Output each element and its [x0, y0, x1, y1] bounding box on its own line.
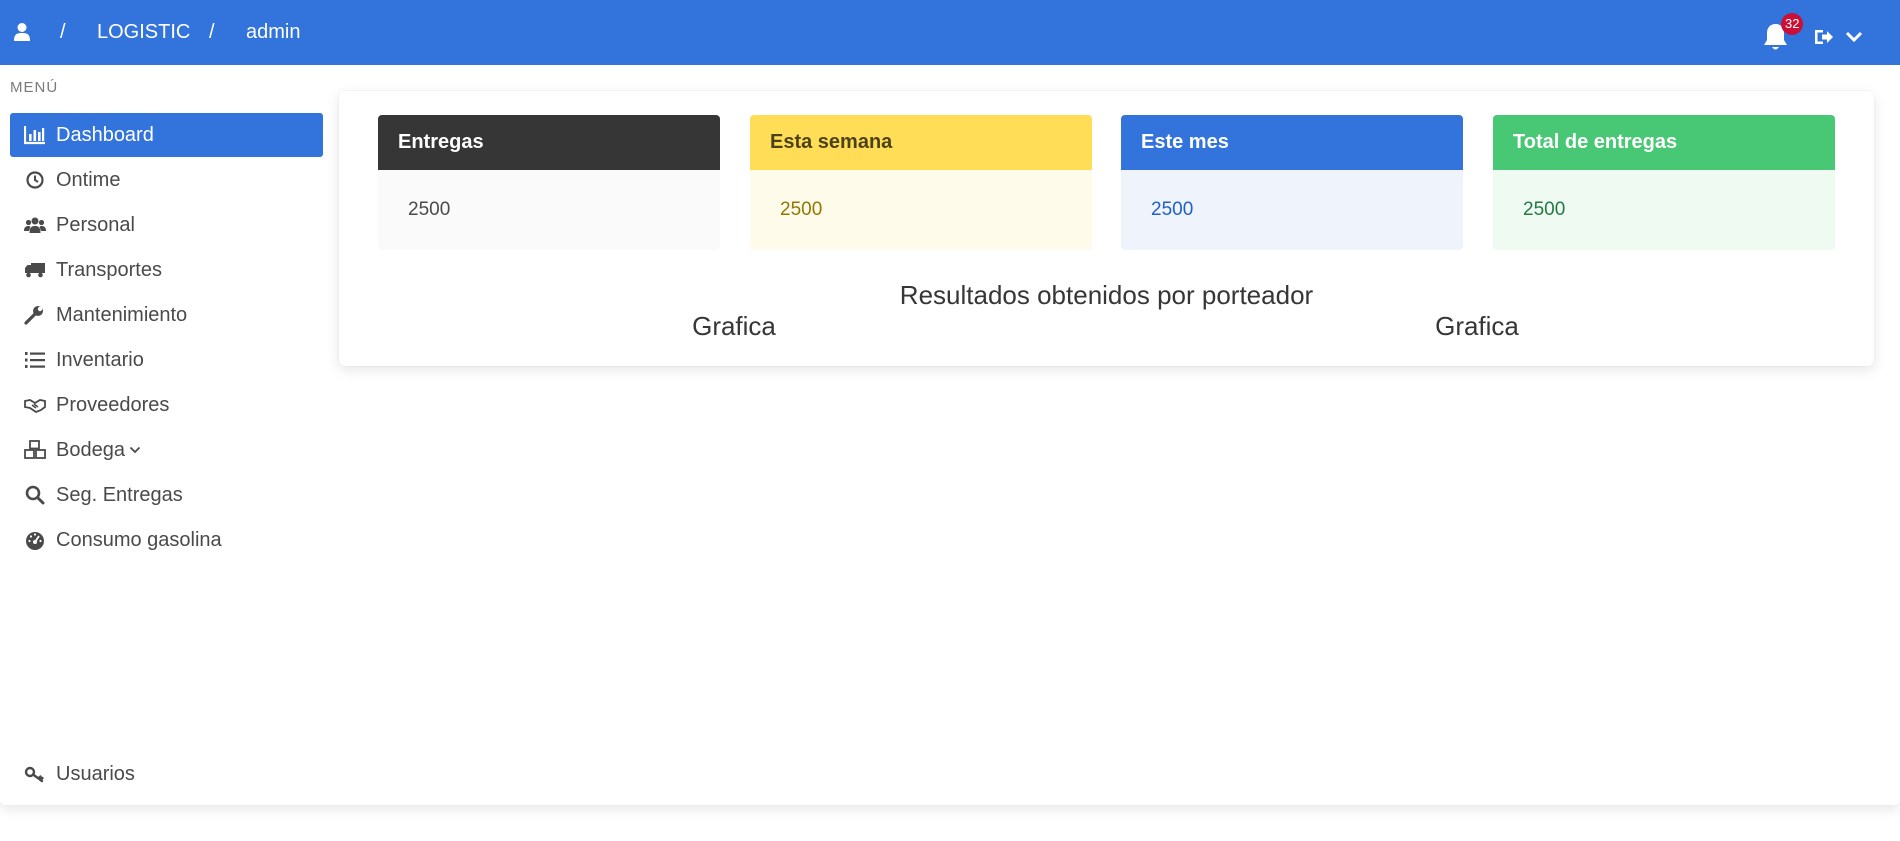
stat-title: Este mes	[1121, 115, 1463, 170]
chevron-down-icon	[129, 446, 141, 454]
menu-label: MENÚ	[10, 79, 59, 96]
stat-title: Entregas	[378, 115, 720, 170]
sidebar-item-label: Proveedores	[56, 393, 170, 416]
tachometer-icon	[24, 530, 46, 550]
sidebar-item-label: Mantenimiento	[56, 303, 188, 326]
sidebar-item-transportes[interactable]: Transportes	[10, 248, 323, 292]
sidebar-item-bodega[interactable]: Bodega	[10, 428, 323, 472]
sidebar-item-label: Transportes	[56, 258, 162, 281]
list-ol-icon	[24, 350, 46, 370]
wrench-icon	[24, 305, 46, 325]
stat-value: 2500	[378, 170, 720, 250]
boxes-icon	[24, 440, 46, 460]
stat-card-entregas: Entregas 2500	[378, 115, 720, 250]
user-icon[interactable]	[14, 22, 30, 42]
sidebar-item-mantenimiento[interactable]: Mantenimiento	[10, 293, 323, 337]
sidebar-item-consumo-gasolina[interactable]: Consumo gasolina	[10, 518, 323, 562]
sidebar-item-inventario[interactable]: Inventario	[10, 338, 323, 382]
sidebar-item-label: Ontime	[56, 168, 121, 191]
stat-card-esta-semana: Esta semana 2500	[750, 115, 1092, 250]
stat-value: 2500	[750, 170, 1092, 250]
sidebar-item-label: Seg. Entregas	[56, 483, 183, 506]
logout-icon[interactable]	[1814, 28, 1834, 46]
sidebar-item-personal[interactable]: Personal	[10, 203, 323, 247]
stat-value: 2500	[1121, 170, 1463, 250]
breadcrumb-admin[interactable]: admin	[246, 21, 300, 44]
stat-value: 2500	[1493, 170, 1835, 250]
breadcrumb-logistic[interactable]: LOGISTIC	[97, 21, 190, 44]
sidebar-item-seg-entregas[interactable]: Seg. Entregas	[10, 473, 323, 517]
sidebar-item-proveedores[interactable]: Proveedores	[10, 383, 323, 427]
top-navbar: / LOGISTIC / admin 32	[0, 0, 1900, 65]
handshake-icon	[24, 395, 46, 415]
sidebar-item-label: Personal	[56, 213, 135, 236]
chevron-down-icon[interactable]	[1845, 31, 1863, 43]
stat-card-total-entregas: Total de entregas 2500	[1493, 115, 1835, 250]
bar-chart-icon	[24, 125, 46, 145]
sidebar-item-label: Inventario	[56, 348, 144, 371]
sidebar-item-usuarios[interactable]: Usuarios	[10, 752, 323, 796]
notification-badge: 32	[1781, 13, 1804, 35]
users-icon	[24, 215, 46, 235]
stat-card-este-mes: Este mes 2500	[1121, 115, 1463, 250]
key-icon	[24, 764, 46, 784]
stat-title: Total de entregas	[1493, 115, 1835, 170]
truck-icon	[24, 260, 46, 280]
search-icon	[24, 485, 46, 505]
breadcrumb-separator: /	[60, 21, 66, 43]
stat-title: Esta semana	[750, 115, 1092, 170]
sidebar-item-label: Dashboard	[56, 123, 154, 146]
sidebar-item-dashboard[interactable]: Dashboard	[10, 113, 323, 157]
breadcrumb-separator: /	[209, 21, 215, 43]
clock-icon	[24, 170, 46, 190]
sidebar-item-label: Usuarios	[56, 762, 135, 785]
sidebar-item-label: Bodega	[56, 438, 125, 461]
results-title: Resultados obtenidos por porteador	[899, 280, 1314, 310]
chart-title-left: Grafica	[692, 311, 776, 341]
chart-title-right: Grafica	[1435, 311, 1519, 341]
sidebar-item-label: Consumo gasolina	[56, 528, 222, 551]
sidebar-item-ontime[interactable]: Ontime	[10, 158, 323, 202]
